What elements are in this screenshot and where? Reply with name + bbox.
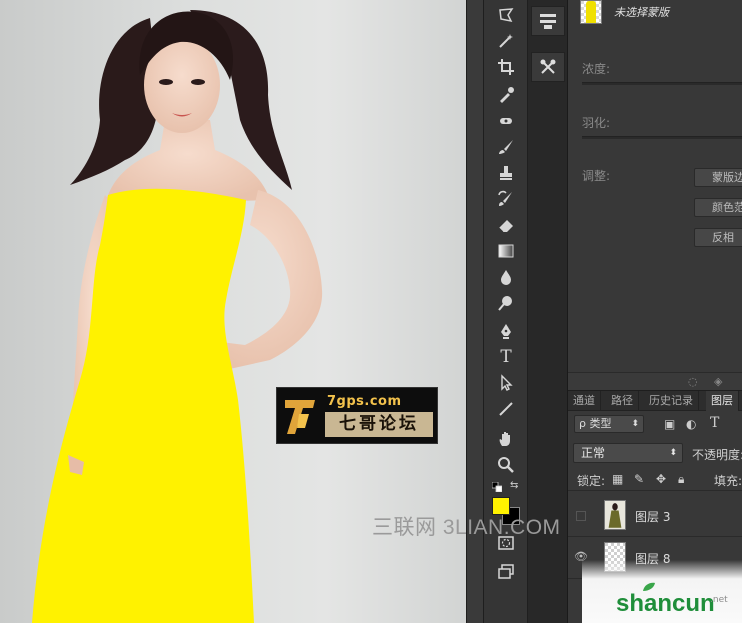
type-filter-icon[interactable]: T (710, 415, 719, 431)
lock-position-icon[interactable]: ✥ (656, 472, 666, 486)
crop-icon[interactable] (494, 56, 518, 78)
screen-mode-icon[interactable] (494, 560, 518, 582)
blend-mode-value: 正常 (581, 446, 606, 460)
tab-paths[interactable]: 路径 (606, 391, 639, 411)
density-label: 浓度: (582, 62, 611, 76)
apply-mask-icon[interactable]: ◈ (714, 375, 722, 388)
lock-transparency-icon[interactable]: ▦ (612, 472, 623, 486)
lock-all-icon[interactable]: 🔒︎ (678, 472, 684, 487)
properties-footer: ◌ ◈ (568, 372, 742, 390)
layer-name: 图层 3 (635, 510, 671, 524)
hand-icon[interactable] (494, 428, 518, 450)
lock-label: 锁定: (577, 474, 606, 488)
brush-icon[interactable] (494, 136, 518, 158)
tab-history[interactable]: 历史记录 (644, 391, 699, 411)
magic-wand-icon[interactable] (494, 30, 518, 52)
eyedropper-icon[interactable] (494, 84, 518, 106)
mask-name-label: 未选择蒙版 (614, 6, 669, 19)
zoom-icon[interactable] (494, 454, 518, 476)
forum-watermark-badge: 7gps.com 七哥论坛 (276, 387, 438, 444)
shancun-domain-text: .net (710, 595, 728, 605)
opacity-label: 不透明度: (692, 448, 742, 462)
blend-row: 正常 ⬍ 不透明度: (568, 441, 742, 465)
site-watermark-text: 三联网 3LIAN.COM (372, 516, 561, 539)
swap-colors-icon[interactable]: ⇆ (510, 480, 518, 491)
clone-stamp-icon[interactable] (494, 162, 518, 184)
tab-layers[interactable]: 图层 (706, 391, 739, 411)
lock-image-icon[interactable]: ✎ (634, 472, 644, 486)
mask-edge-button[interactable]: 蒙版边缘... (694, 168, 742, 187)
invert-button[interactable]: 反相 (694, 228, 742, 247)
mask-thumbnail[interactable] (580, 0, 602, 24)
dodge-icon[interactable] (494, 292, 518, 314)
tab-channels[interactable]: 通道 (568, 391, 601, 411)
panel-tab-bar: 通道 路径 历史记录 图层 (568, 391, 742, 411)
watermark-url: 7gps.com (327, 394, 402, 409)
type-icon[interactable]: T (494, 346, 518, 368)
adjust-label: 调整: (582, 169, 611, 183)
blend-mode-select[interactable]: 正常 ⬍ (573, 443, 683, 463)
layer-thumbnail (604, 500, 626, 530)
shancun-logo-text: shancun (616, 590, 715, 617)
feather-slider[interactable] (582, 136, 742, 139)
watermark-forum-name: 七哥论坛 (325, 412, 433, 437)
dress-fill (32, 188, 254, 623)
visibility-toggle[interactable] (576, 511, 586, 521)
forum-logo-icon (285, 400, 315, 434)
chevron-down-icon: ⬍ (669, 448, 677, 458)
density-slider[interactable] (582, 82, 742, 85)
blur-icon[interactable] (494, 266, 518, 288)
lock-row: 锁定: ▦ ✎ ✥ 🔒︎ 填充: (568, 469, 742, 491)
layer-kind-filter[interactable]: ρ 类型 ⬍ (574, 415, 644, 433)
healing-brush-icon[interactable] (494, 110, 518, 132)
color-range-button[interactable]: 颜色范围... (694, 198, 742, 217)
pen-icon[interactable] (494, 320, 518, 342)
layer-kind-filter-label: ρ 类型 (579, 417, 612, 430)
path-selection-icon[interactable] (494, 372, 518, 394)
line-icon[interactable] (494, 398, 518, 420)
history-brush-icon[interactable] (494, 188, 518, 210)
brush-presets-icon[interactable] (531, 52, 565, 82)
adjustment-filter-icon[interactable]: ◐ (686, 417, 696, 431)
lasso-icon[interactable] (494, 4, 518, 26)
load-selection-icon[interactable]: ◌ (688, 375, 698, 388)
default-colors-icon[interactable] (492, 482, 502, 492)
properties-panel: 未选择蒙版 浓度: 羽化: 调整: 蒙版边缘... 颜色范围... 反相 ◌ ◈ (568, 0, 742, 390)
pixel-filter-icon[interactable]: ▣ (664, 417, 675, 431)
chevron-down-icon: ⬍ (631, 419, 639, 429)
fill-label: 填充: (714, 474, 742, 488)
tool-presets-icon[interactable] (531, 6, 565, 36)
layer-filter-row: ρ 类型 ⬍ ▣ ◐ T (568, 413, 742, 435)
eraser-icon[interactable] (494, 214, 518, 236)
gradient-icon[interactable] (494, 240, 518, 262)
shancun-watermark: shancun .net (582, 560, 742, 623)
layer-row[interactable]: 图层 3 (568, 495, 742, 537)
feather-label: 羽化: (582, 116, 611, 130)
